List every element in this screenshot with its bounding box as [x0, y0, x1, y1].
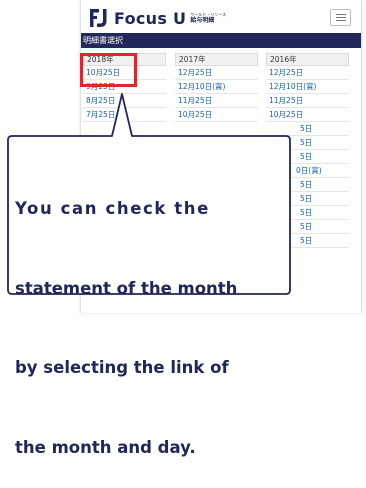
- logo-subtitle: ワールド・リソース 給与明細: [190, 11, 227, 24]
- statement-link[interactable]: 5日: [266, 220, 349, 234]
- statement-link[interactable]: 10月25日: [266, 108, 349, 122]
- statement-link[interactable]: 10月25日: [175, 108, 258, 122]
- statement-link[interactable]: 5日: [266, 178, 349, 192]
- year-column-2017: 2017年 12月25日 12月10日(賞) 11月25日 10月25日: [175, 53, 258, 122]
- callout-line: by selecting the link of: [15, 358, 229, 377]
- statement-link[interactable]: 12月25日: [175, 66, 258, 80]
- statement-link[interactable]: 5日: [266, 234, 349, 248]
- statement-link[interactable]: 5日: [266, 150, 349, 164]
- callout-line: You can check the: [15, 199, 210, 218]
- statement-link[interactable]: 5日: [266, 206, 349, 220]
- statement-link[interactable]: 9月25日: [83, 80, 166, 94]
- year-header: 2016年: [266, 53, 349, 66]
- year-column-2016: 2016年 12月25日 12月10日(賞) 11月25日 10月25日 5日 …: [266, 53, 349, 248]
- logo-subtitle-bottom: 給与明細: [190, 16, 215, 24]
- logo-subtitle-top: ワールド・リソース: [190, 11, 227, 17]
- statement-link[interactable]: 5日: [266, 136, 349, 150]
- year-header: 2018年: [83, 53, 166, 66]
- statement-link[interactable]: 0日(賞): [266, 164, 349, 178]
- statement-link[interactable]: 12月25日: [266, 66, 349, 80]
- hamburger-menu-icon[interactable]: [330, 9, 351, 26]
- page-title: 明細書選択: [81, 33, 361, 48]
- statement-link[interactable]: 12月10日(賞): [175, 80, 258, 94]
- app-logo: Focus U ワールド・リソース 給与明細: [89, 8, 226, 28]
- statement-link[interactable]: 5日: [266, 122, 349, 136]
- statement-link[interactable]: 5日: [266, 192, 349, 206]
- focus-u-logo-icon: [90, 9, 107, 27]
- app-header: Focus U ワールド・リソース 給与明細: [81, 0, 361, 35]
- statement-link[interactable]: 8月25日: [83, 94, 166, 108]
- statement-link[interactable]: 11月25日: [266, 94, 349, 108]
- statement-link[interactable]: 11月25日: [175, 94, 258, 108]
- callout-line: the month and day.: [15, 437, 196, 457]
- year-header: 2017年: [175, 53, 258, 66]
- statement-link[interactable]: 12月10日(賞): [266, 80, 349, 94]
- year-column-2018: 2018年 10月25日 9月25日 8月25日 7月25日: [83, 53, 166, 122]
- statement-link[interactable]: 7月25日: [83, 108, 166, 122]
- callout-line: statement of the month: [15, 278, 238, 298]
- statement-link[interactable]: 10月25日: [83, 66, 166, 80]
- callout-text: You can check the statement of the month…: [15, 143, 275, 488]
- logo-text: Focus U: [114, 8, 187, 28]
